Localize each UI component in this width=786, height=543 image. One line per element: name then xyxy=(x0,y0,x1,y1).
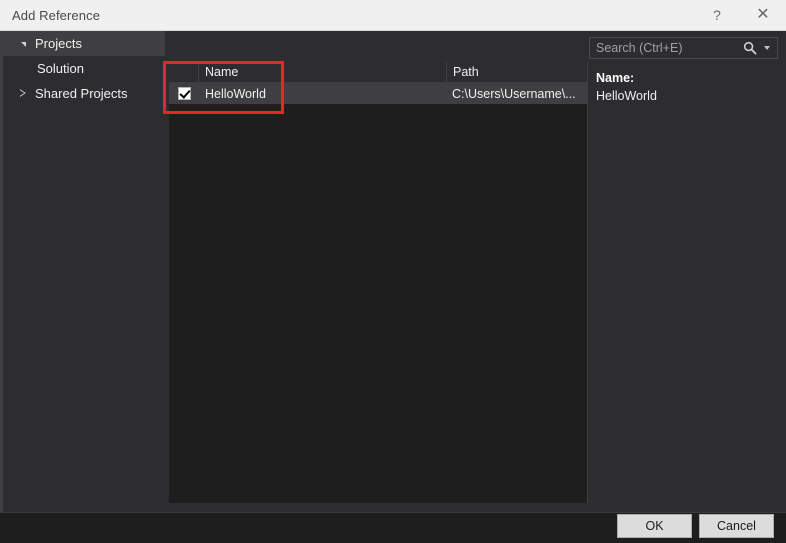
search-input[interactable]: Search (Ctrl+E) xyxy=(589,37,778,59)
help-button[interactable]: ? xyxy=(694,0,740,30)
chevron-down-icon[interactable] xyxy=(760,40,773,56)
details-name-value: HelloWorld xyxy=(596,89,657,103)
category-tree: Projects Solution Shared Projects xyxy=(3,31,165,512)
sidebar-item-projects[interactable]: Projects xyxy=(3,31,165,56)
details-separator xyxy=(587,62,588,503)
triangle-down-icon[interactable] xyxy=(15,41,31,47)
title-bar: Add Reference ? ✕ xyxy=(0,0,786,31)
window-title: Add Reference xyxy=(12,8,101,23)
close-button[interactable]: ✕ xyxy=(740,0,786,30)
column-header-checkbox[interactable] xyxy=(169,62,199,82)
sidebar-item-shared-projects[interactable]: Shared Projects xyxy=(3,81,165,106)
triangle-right-icon[interactable] xyxy=(15,90,31,98)
list-body: HelloWorld C:\Users\Username\... xyxy=(169,83,587,104)
question-mark-icon: ? xyxy=(713,7,721,23)
reference-list: Name Path HelloWorld C:\Users\Username\.… xyxy=(169,62,587,503)
row-checkbox[interactable] xyxy=(177,87,191,100)
sidebar-item-label: Shared Projects xyxy=(35,86,128,101)
add-reference-dialog: Add Reference ? ✕ Projects Solution Shar… xyxy=(0,0,786,543)
close-x-icon: ✕ xyxy=(756,6,770,23)
details-pane: Name: HelloWorld xyxy=(593,62,783,503)
cancel-button[interactable]: Cancel xyxy=(699,514,774,538)
row-name: HelloWorld xyxy=(205,86,266,101)
sidebar-item-label: Projects xyxy=(35,36,82,51)
column-header-path[interactable]: Path xyxy=(447,62,586,82)
details-name-label: Name: xyxy=(596,71,635,85)
sidebar-item-solution[interactable]: Solution xyxy=(3,56,165,81)
sidebar-item-label: Solution xyxy=(37,61,84,76)
row-path: C:\Users\Username\... xyxy=(452,86,576,101)
dialog-footer: OK Cancel xyxy=(0,512,786,543)
row-checkbox-cell[interactable] xyxy=(169,83,199,104)
list-header-row: Name Path xyxy=(169,62,587,83)
ok-button[interactable]: OK xyxy=(617,514,692,538)
table-row[interactable]: HelloWorld C:\Users\Username\... xyxy=(169,83,587,104)
column-header-name[interactable]: Name xyxy=(199,62,447,82)
search-placeholder: Search (Ctrl+E) xyxy=(596,41,683,55)
magnifier-icon[interactable] xyxy=(742,40,758,56)
